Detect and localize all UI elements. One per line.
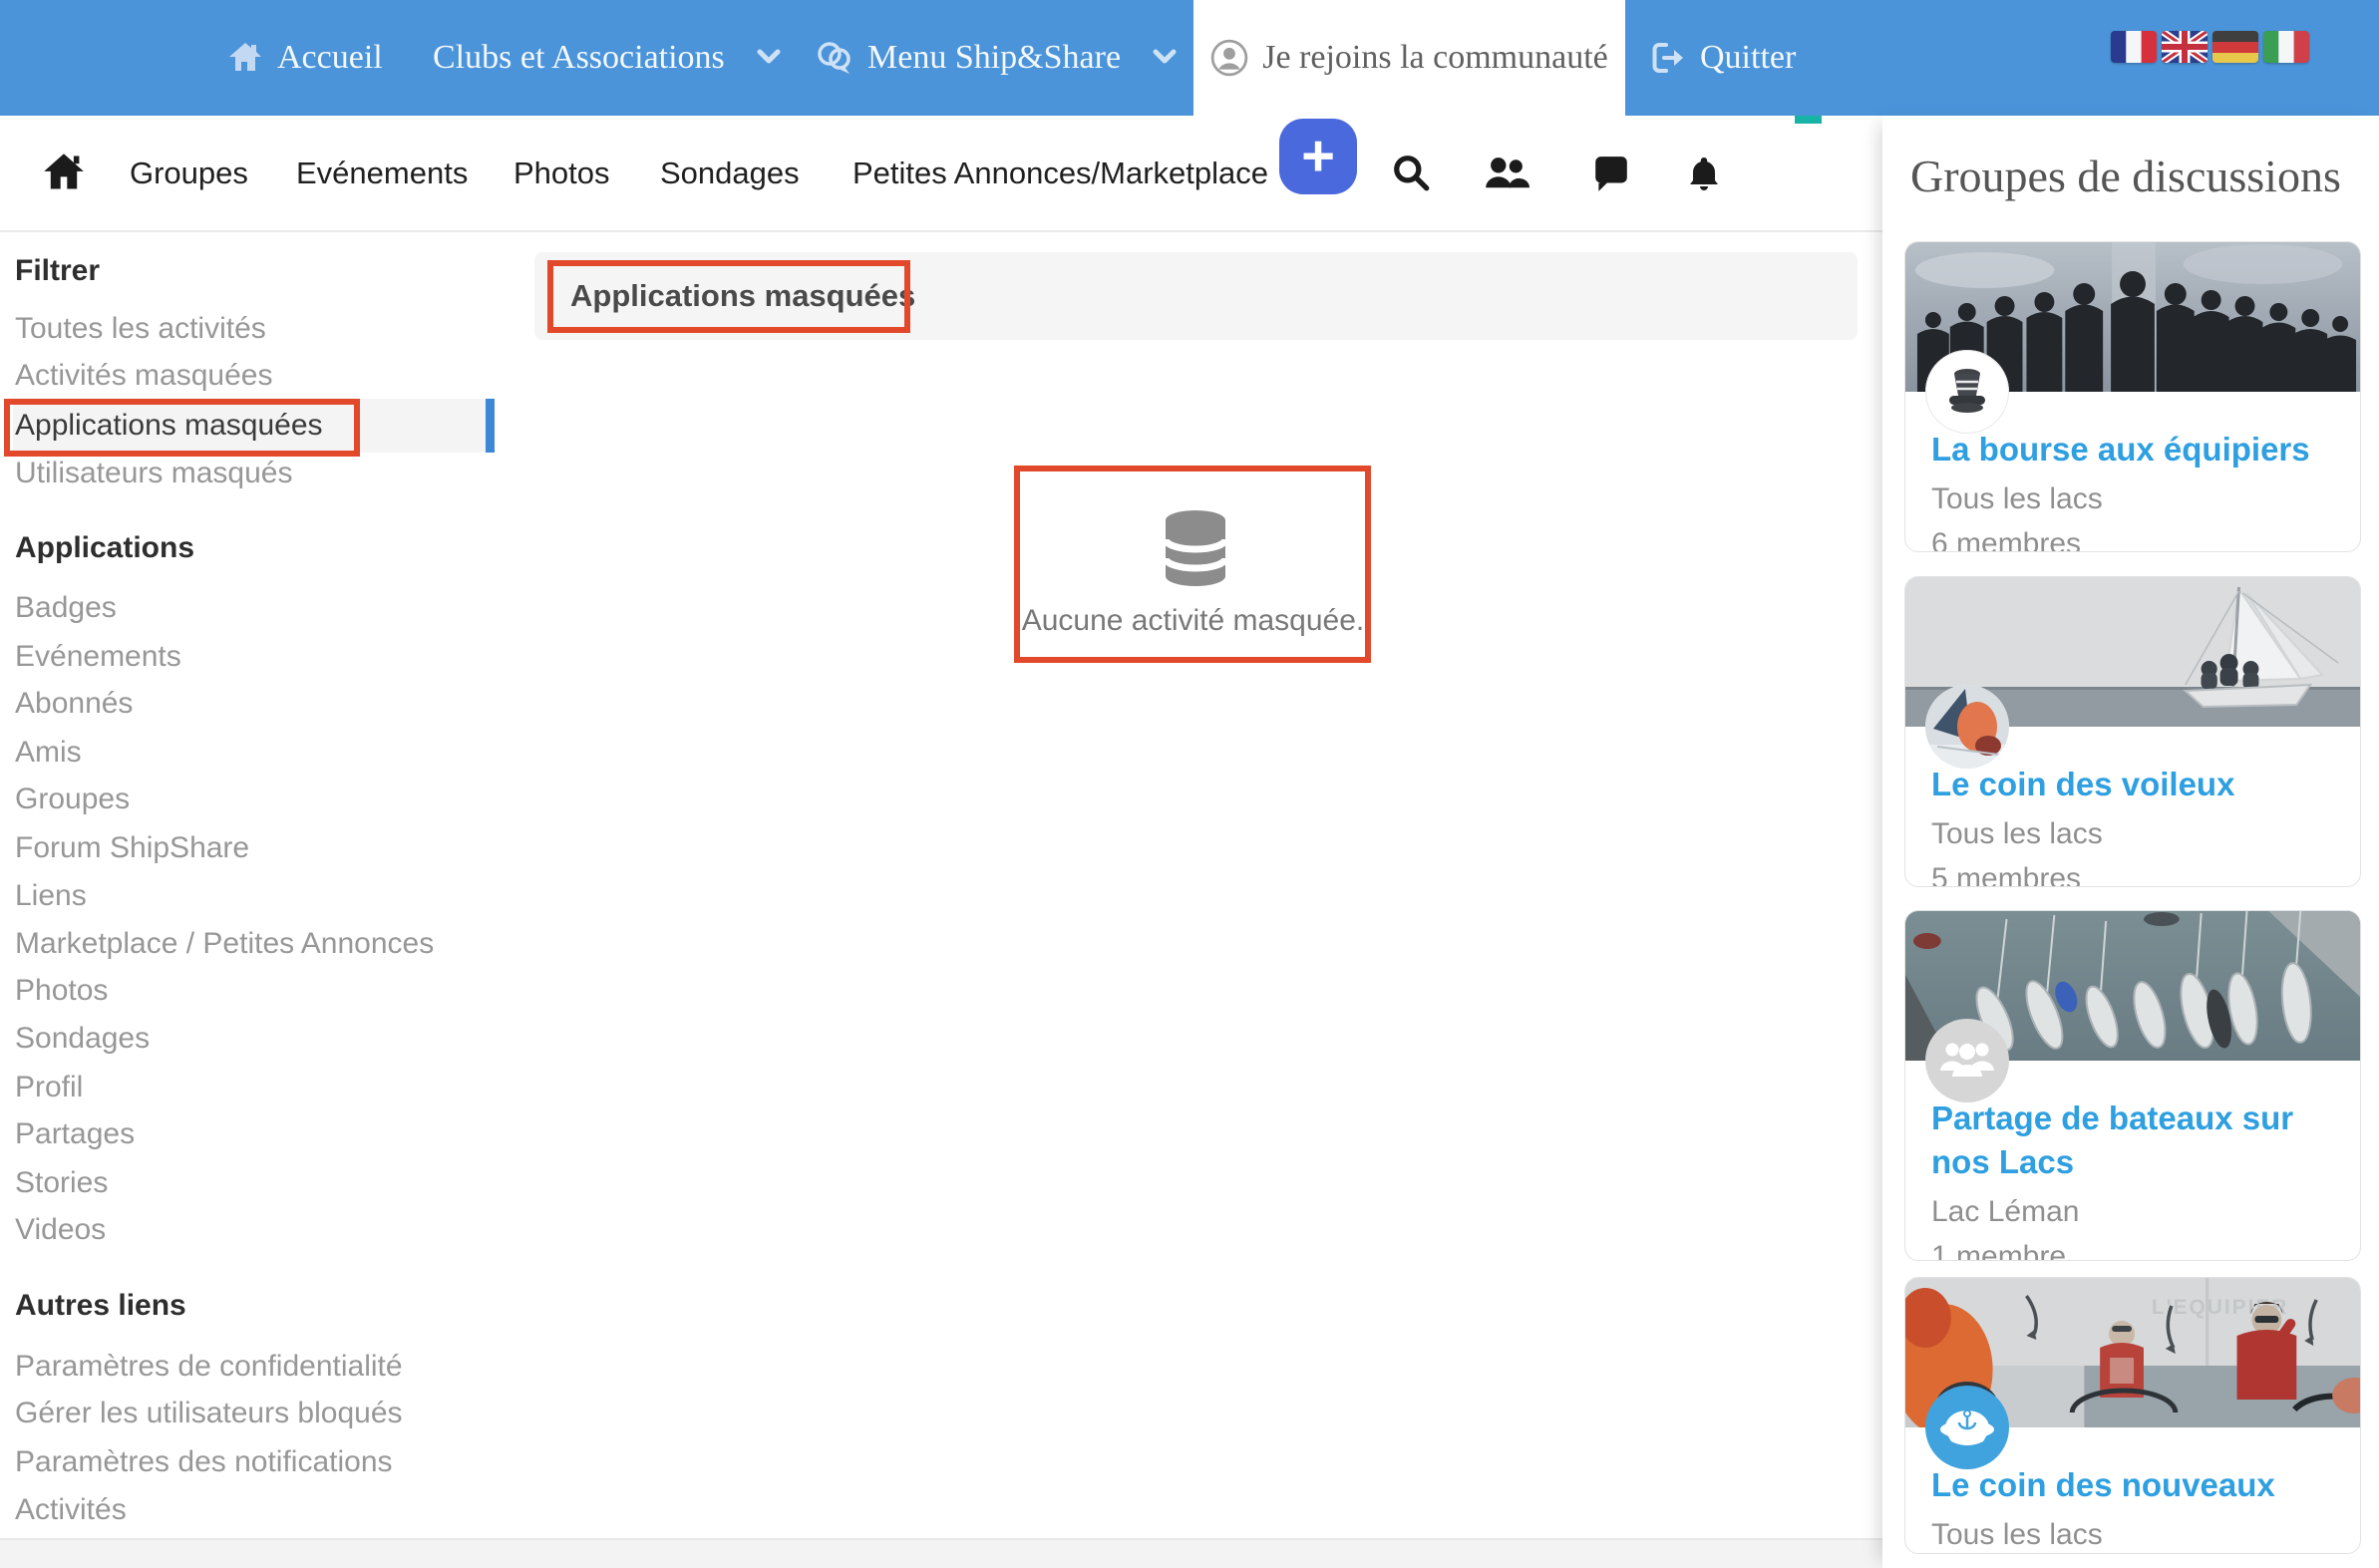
logout-icon bbox=[1650, 41, 1686, 75]
group-link[interactable]: La bourse aux équipiers bbox=[1931, 428, 2334, 471]
group-location: Tous les lacs bbox=[1931, 1515, 2334, 1554]
app-item-sondages[interactable]: Sondages bbox=[15, 1015, 484, 1063]
app-item-evenements[interactable]: Evénements bbox=[15, 633, 484, 681]
app-item-forum-shipshare[interactable]: Forum ShipShare bbox=[15, 824, 484, 872]
filter-item-toutes-les-activites[interactable]: Toutes les activités bbox=[15, 305, 484, 353]
group-link[interactable]: Le coin des nouveaux bbox=[1931, 1463, 2334, 1507]
group-card-coin-des-nouveaux[interactable]: L'EQUIPIER bbox=[1904, 1277, 2361, 1554]
divider bbox=[0, 1538, 1882, 1540]
app-item-partages[interactable]: Partages bbox=[15, 1110, 484, 1158]
german-flag-icon[interactable] bbox=[2212, 31, 2258, 63]
group-members-count: 6 membres bbox=[1931, 524, 2334, 552]
add-button[interactable]: + bbox=[1279, 119, 1357, 194]
topbar-clubs-label: Clubs et Associations bbox=[433, 39, 725, 77]
discussion-groups-panel: Groupes de discussions bbox=[1882, 116, 2379, 1568]
group-location: Tous les lacs bbox=[1931, 814, 2334, 854]
topbar-item-quitter[interactable]: Quitter bbox=[1650, 0, 1796, 116]
link-gerer-utilisateurs-bloques[interactable]: Gérer les utilisateurs bloqués bbox=[15, 1390, 484, 1437]
app-item-marketplace[interactable]: Marketplace / Petites Annonces bbox=[15, 920, 484, 968]
group-card-coin-des-voileux[interactable]: Le coin des voileux Tous les lacs 5 memb… bbox=[1904, 576, 2361, 887]
page: Accueil Clubs et Associations Menu Ship&… bbox=[0, 0, 2379, 1568]
topbar-item-join-community[interactable]: Je rejoins la communauté bbox=[1193, 0, 1625, 116]
bell-icon[interactable] bbox=[1685, 154, 1723, 200]
teal-indicator bbox=[1795, 116, 1822, 124]
filter-item-utilisateurs-masques[interactable]: Utilisateurs masqués bbox=[15, 450, 484, 497]
filter-item-activites-masquees[interactable]: Activités masquées bbox=[15, 352, 484, 400]
empty-state-message: Aucune activité masquée. bbox=[1015, 604, 1371, 638]
group-location: Lac Léman bbox=[1931, 1192, 2334, 1232]
active-filter-bar bbox=[486, 399, 495, 453]
group-avatar-members-icon bbox=[1925, 1019, 2009, 1102]
app-item-profil[interactable]: Profil bbox=[15, 1064, 484, 1111]
chat-bubbles-icon bbox=[816, 40, 853, 76]
left-sidebar: Filtrer Toutes les activités Activités m… bbox=[0, 232, 518, 1538]
app-item-stories[interactable]: Stories bbox=[15, 1159, 484, 1207]
language-flags bbox=[2111, 31, 2309, 63]
app-item-photos[interactable]: Photos bbox=[15, 967, 484, 1015]
french-flag-icon[interactable] bbox=[2111, 31, 2157, 63]
nav-item-sondages[interactable]: Sondages bbox=[660, 116, 800, 230]
user-circle-icon bbox=[1210, 39, 1248, 77]
annotation-box-header bbox=[547, 260, 910, 333]
app-item-groupes[interactable]: Groupes bbox=[15, 776, 484, 823]
topbar-join-label: Je rejoins la communauté bbox=[1262, 39, 1608, 77]
topbar-accueil-label: Accueil bbox=[277, 39, 383, 77]
database-icon bbox=[1163, 508, 1228, 593]
link-activites[interactable]: Activités bbox=[15, 1486, 484, 1534]
chevron-down-icon bbox=[757, 48, 781, 68]
home-icon bbox=[227, 41, 263, 75]
topbar-item-menu-shipshare[interactable]: Menu Ship&Share bbox=[816, 0, 1177, 116]
nav-item-photos[interactable]: Photos bbox=[513, 116, 610, 230]
plus-icon: + bbox=[1301, 128, 1335, 185]
people-icon[interactable] bbox=[1484, 154, 1529, 198]
top-navigation-bar: Accueil Clubs et Associations Menu Ship&… bbox=[0, 0, 2379, 116]
uk-flag-icon[interactable] bbox=[2162, 31, 2208, 63]
group-link[interactable]: Le coin des voileux bbox=[1931, 763, 2334, 806]
other-links-section-title: Autres liens bbox=[15, 1289, 186, 1323]
topbar-menu-label: Menu Ship&Share bbox=[867, 39, 1121, 77]
chevron-down-icon bbox=[1153, 48, 1177, 68]
group-avatar-photo bbox=[1925, 685, 2009, 769]
topbar-item-clubs[interactable]: Clubs et Associations bbox=[433, 0, 781, 116]
group-link[interactable]: Partage de bateaux sur nos Lacs bbox=[1931, 1097, 2334, 1184]
discussion-groups-title: Groupes de discussions bbox=[1910, 150, 2341, 202]
app-item-liens[interactable]: Liens bbox=[15, 872, 484, 920]
link-parametres-confidentialite[interactable]: Paramètres de confidentialité bbox=[15, 1343, 484, 1391]
filter-section-title: Filtrer bbox=[15, 254, 100, 288]
italian-flag-icon[interactable] bbox=[2263, 31, 2309, 63]
topbar-item-accueil[interactable]: Accueil bbox=[227, 0, 383, 116]
nav-item-petites-annonces[interactable]: Petites Annonces/Marketplace bbox=[852, 116, 1268, 230]
group-avatar-captain-hat-icon bbox=[1925, 1386, 2009, 1469]
group-avatar-winch-icon bbox=[1925, 350, 2009, 434]
group-location: Tous les lacs bbox=[1931, 479, 2334, 519]
app-item-videos[interactable]: Videos bbox=[15, 1206, 484, 1254]
app-item-badges[interactable]: Badges bbox=[15, 584, 484, 632]
search-icon[interactable] bbox=[1392, 154, 1432, 198]
chat-icon[interactable] bbox=[1591, 154, 1631, 198]
applications-section-title: Applications bbox=[15, 531, 194, 565]
app-item-abonnes[interactable]: Abonnés bbox=[15, 680, 484, 728]
nav-item-groupes[interactable]: Groupes bbox=[130, 116, 248, 230]
home-icon[interactable] bbox=[42, 152, 86, 198]
annotation-box-sidebar bbox=[4, 399, 360, 457]
topbar-quit-label: Quitter bbox=[1700, 39, 1796, 77]
group-members-count: 5 membres bbox=[1931, 859, 2334, 887]
nav-item-evenements[interactable]: Evénements bbox=[296, 116, 468, 230]
group-card-bourse-equipiers[interactable]: La bourse aux équipiers Tous les lacs 6 … bbox=[1904, 241, 2361, 552]
group-card-partage-bateaux[interactable]: Partage de bateaux sur nos Lacs Lac Léma… bbox=[1904, 910, 2361, 1261]
app-item-amis[interactable]: Amis bbox=[15, 729, 484, 777]
secondary-navigation-bar: Groupes Evénements Photos Sondages Petit… bbox=[0, 116, 1882, 232]
group-members-count: 1 membre bbox=[1931, 1237, 2334, 1261]
link-parametres-notifications[interactable]: Paramètres des notifications bbox=[15, 1438, 484, 1486]
